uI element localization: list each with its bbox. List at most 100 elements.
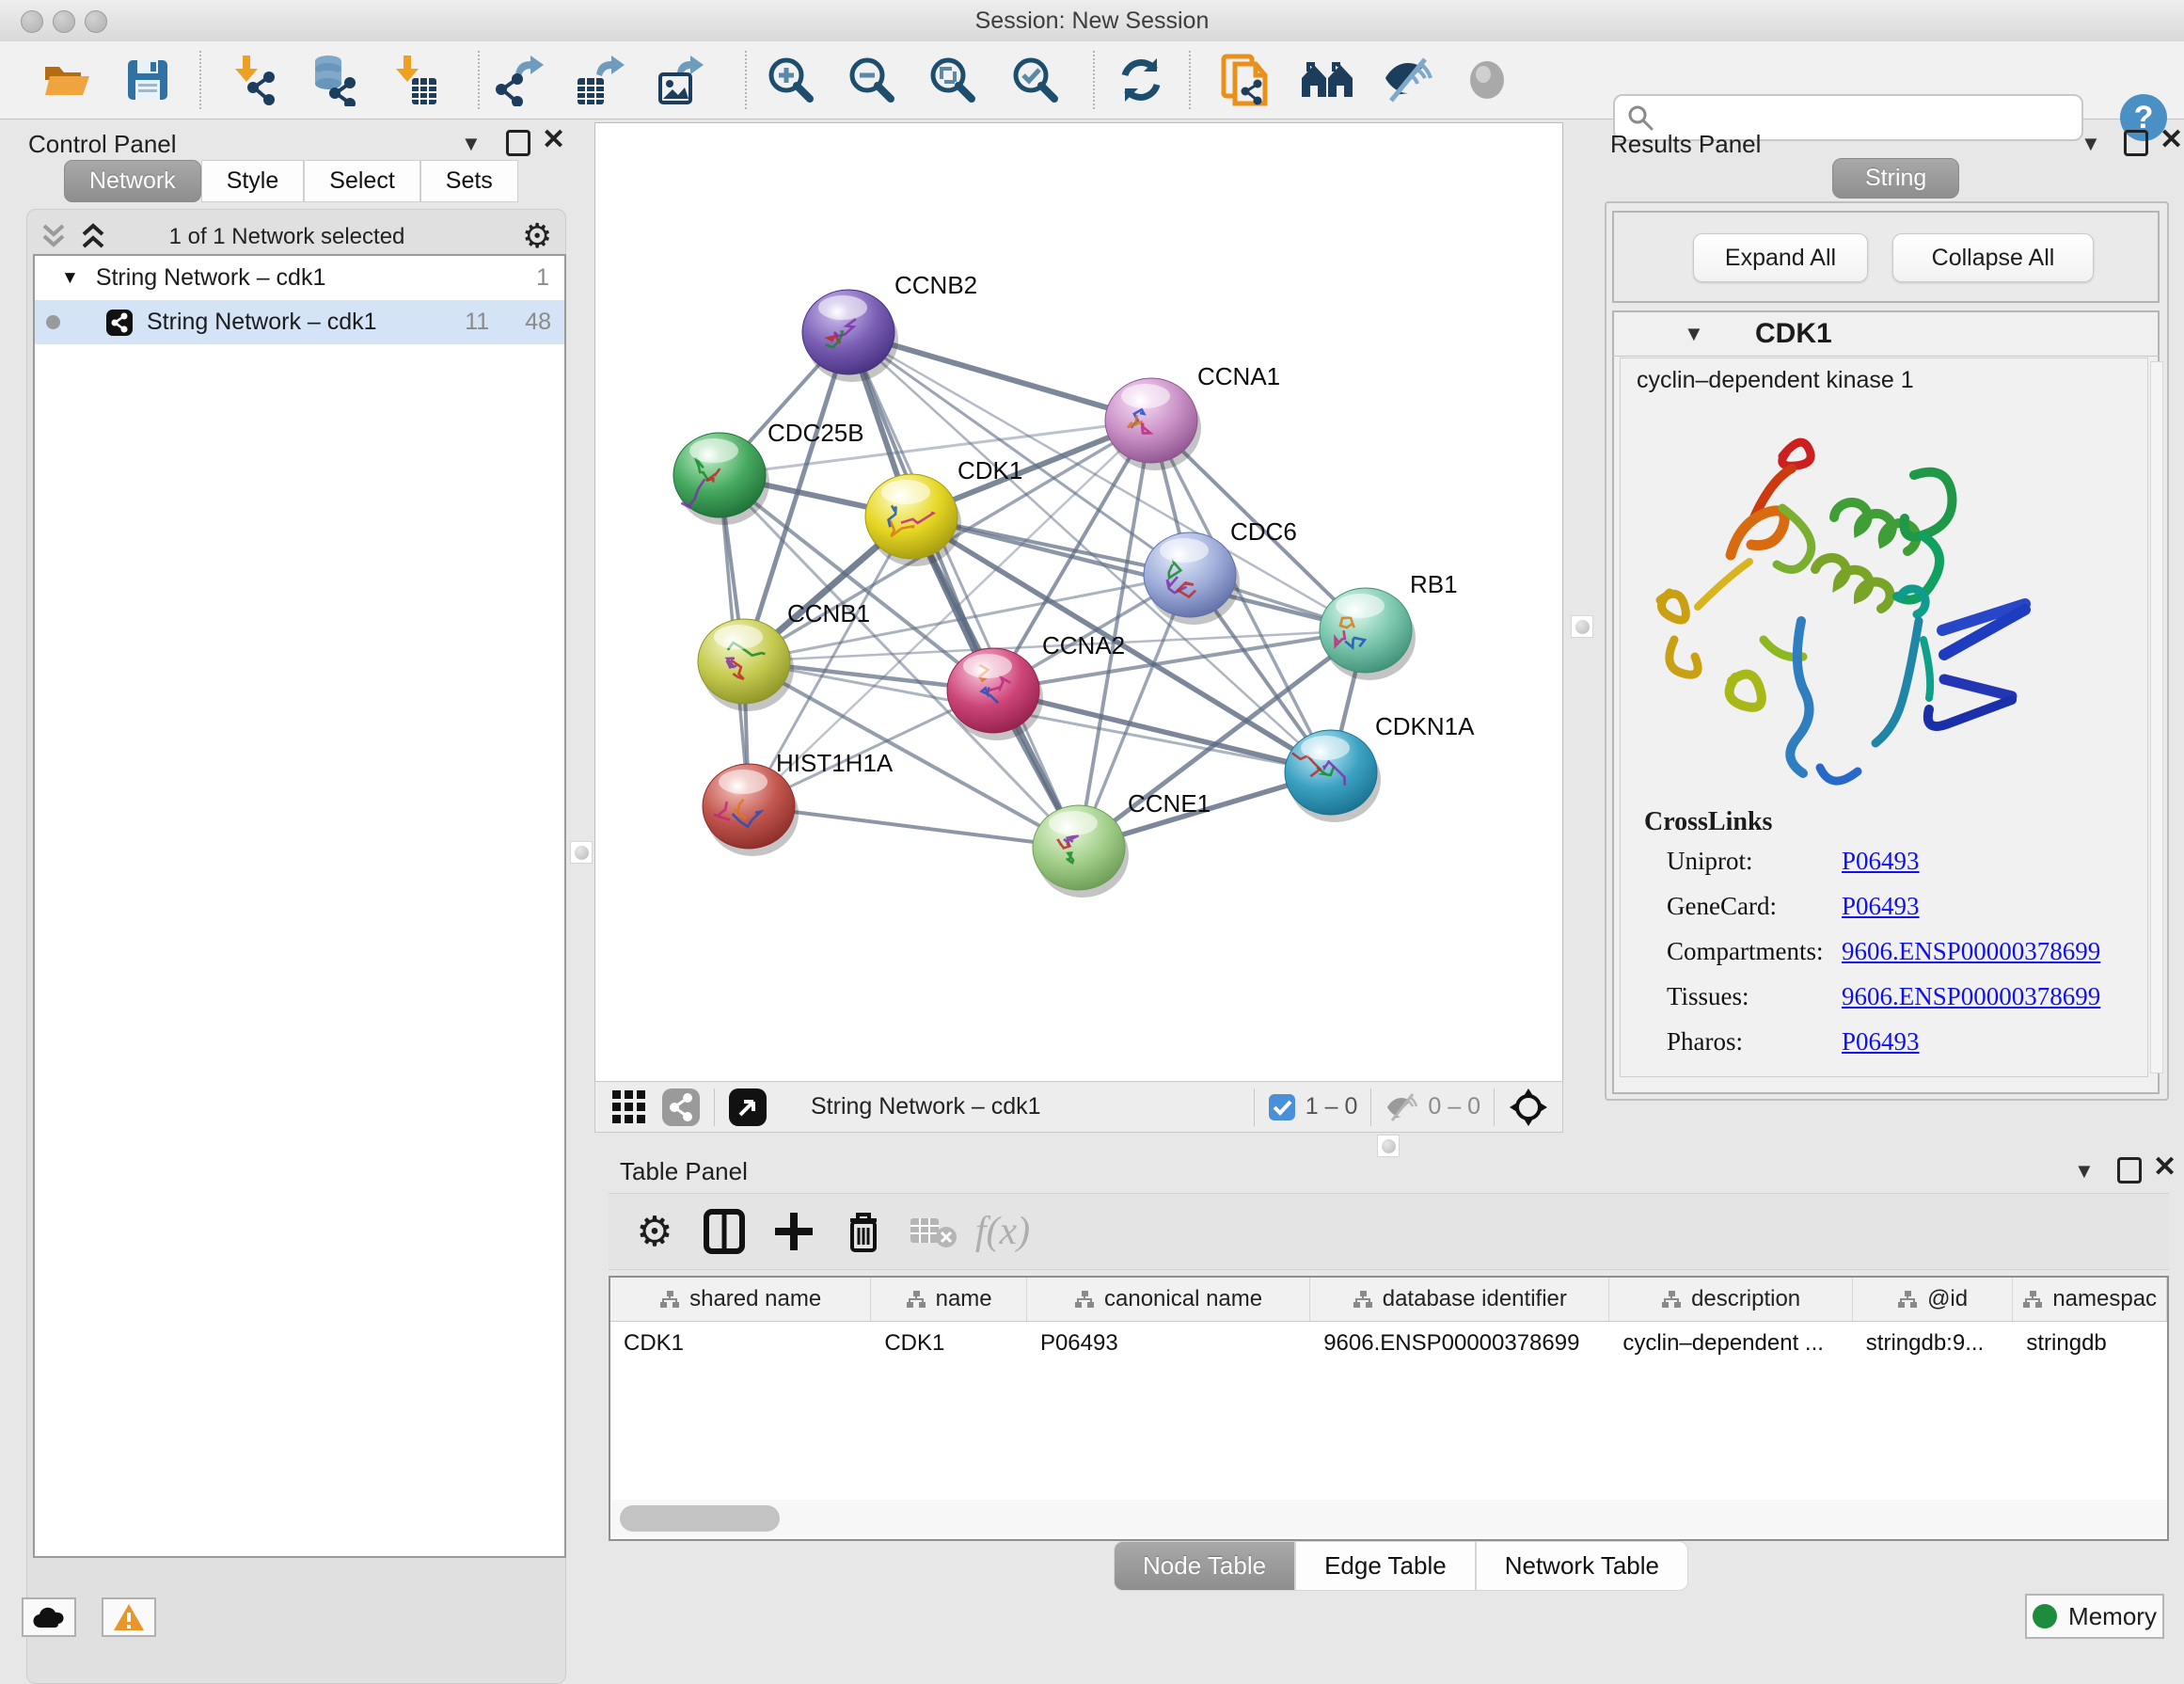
collapse-all-button[interactable]: Collapse All bbox=[1892, 233, 2094, 282]
zoom-fit-button[interactable] bbox=[926, 53, 980, 107]
column-header-shared-name[interactable]: shared name bbox=[610, 1278, 871, 1321]
selected-checkbox-icon[interactable] bbox=[1268, 1093, 1296, 1121]
crosslink-link[interactable]: P06493 bbox=[1842, 1027, 1920, 1056]
cloud-status-button[interactable] bbox=[22, 1597, 76, 1637]
crosslink-label: GeneCard: bbox=[1667, 892, 1842, 921]
export-table-button[interactable] bbox=[572, 53, 626, 107]
hide-selected-button[interactable] bbox=[1381, 53, 1435, 107]
network-node-count: 11 bbox=[465, 309, 489, 336]
export-view-icon[interactable] bbox=[728, 1088, 768, 1127]
tab-select[interactable]: Select bbox=[304, 160, 419, 202]
crosslink-link[interactable]: P06493 bbox=[1842, 847, 1920, 876]
function-builder-icon[interactable]: f(x) bbox=[968, 1203, 1037, 1260]
results-panel-collapse-icon[interactable]: ▼ bbox=[2081, 132, 2101, 156]
results-panel-float-icon[interactable] bbox=[2124, 130, 2148, 156]
zoom-out-button[interactable] bbox=[845, 53, 899, 107]
gene-section-expander-icon[interactable]: ▼ bbox=[1684, 322, 1704, 346]
table-settings-gear-icon[interactable]: ⚙ bbox=[620, 1203, 689, 1260]
edge-CDK1-RB1[interactable] bbox=[911, 516, 1366, 630]
show-columns-icon[interactable] bbox=[689, 1203, 759, 1260]
table-cell[interactable]: stringdb:9... bbox=[1853, 1322, 2014, 1365]
table-cell[interactable]: stringdb bbox=[2013, 1322, 2167, 1365]
export-network-button[interactable] bbox=[493, 53, 547, 107]
column-header-canonical-name[interactable]: canonical name bbox=[1027, 1278, 1310, 1321]
tab-style[interactable]: Style bbox=[201, 160, 305, 202]
tab-sets[interactable]: Sets bbox=[420, 160, 518, 202]
birdseye-grid-icon[interactable] bbox=[610, 1088, 648, 1126]
table-cell[interactable]: 9606.ENSP00000378699 bbox=[1310, 1322, 1609, 1365]
import-table-file-button[interactable] bbox=[388, 53, 442, 107]
show-all-button[interactable] bbox=[1460, 53, 1514, 107]
tab-network-table[interactable]: Network Table bbox=[1476, 1541, 1688, 1591]
column-header-description[interactable]: description bbox=[1609, 1278, 1852, 1321]
open-session-button[interactable] bbox=[40, 53, 94, 107]
left-splitter-handle[interactable] bbox=[570, 841, 593, 864]
control-panel-close-icon[interactable]: ✕ bbox=[542, 130, 565, 151]
table-body: CDK1CDK1P064939606.ENSP00000378699cyclin… bbox=[610, 1322, 2167, 1365]
table-hscrollbar[interactable] bbox=[610, 1500, 2167, 1537]
first-neighbors-button[interactable] bbox=[1300, 53, 1354, 107]
delete-table-icon[interactable] bbox=[898, 1203, 968, 1260]
network-options-gear-icon[interactable]: ⚙ bbox=[522, 216, 552, 256]
toolbar-separator bbox=[1254, 1088, 1255, 1126]
expand-all-button[interactable]: Expand All bbox=[1693, 233, 1868, 282]
tab-string[interactable]: String bbox=[1832, 158, 1959, 199]
right-splitter-handle[interactable] bbox=[1571, 615, 1593, 638]
share-network-icon[interactable] bbox=[661, 1088, 701, 1127]
network-collection-label: String Network – cdk1 bbox=[96, 264, 326, 292]
table-cell[interactable]: cyclin–dependent ... bbox=[1609, 1322, 1852, 1365]
crosslink-link[interactable]: P06493 bbox=[1842, 892, 1920, 921]
node-CDKN1A[interactable]: CDKN1A bbox=[1285, 712, 1475, 822]
table-hscrollbar-thumb[interactable] bbox=[620, 1505, 780, 1532]
node-RB1[interactable]: RB1 bbox=[1320, 570, 1458, 680]
table-panel-collapse-icon[interactable]: ▼ bbox=[2074, 1159, 2095, 1184]
export-image-button[interactable] bbox=[653, 53, 707, 107]
table-row[interactable]: CDK1CDK1P064939606.ENSP00000378699cyclin… bbox=[610, 1322, 2167, 1365]
column-header-namespac[interactable]: namespac bbox=[2013, 1278, 2167, 1321]
node-label-CDC25B: CDC25B bbox=[768, 419, 864, 447]
control-panel-collapse-icon[interactable]: ▼ bbox=[461, 132, 482, 156]
node-CCNB2[interactable]: CCNB2 bbox=[802, 271, 977, 382]
crosslink-label: Pharos: bbox=[1667, 1027, 1842, 1056]
zoom-in-button[interactable] bbox=[764, 53, 818, 107]
save-session-button[interactable] bbox=[120, 53, 175, 107]
results-scrollbar[interactable] bbox=[2150, 361, 2163, 1073]
tab-edge-table[interactable]: Edge Table bbox=[1295, 1541, 1476, 1591]
memory-button[interactable]: Memory bbox=[2025, 1594, 2164, 1639]
column-header-name[interactable]: name bbox=[871, 1278, 1027, 1321]
node-CCNA1[interactable]: CCNA1 bbox=[1105, 362, 1280, 470]
gene-section-header[interactable]: ▼ CDK1 bbox=[1612, 312, 2160, 357]
tab-node-table[interactable]: Node Table bbox=[1114, 1541, 1295, 1591]
table-panel-float-icon[interactable] bbox=[2117, 1157, 2142, 1184]
clone-network-button[interactable] bbox=[1217, 53, 1272, 107]
toolbar-separator bbox=[1093, 51, 1095, 109]
zoom-selected-button[interactable] bbox=[1008, 53, 1063, 107]
network-row[interactable]: String Network – cdk1 11 48 bbox=[35, 300, 564, 344]
column-header-database-identifier[interactable]: database identifier bbox=[1310, 1278, 1609, 1321]
column-header--id[interactable]: @id bbox=[1853, 1278, 2014, 1321]
table-panel-close-icon[interactable]: ✕ bbox=[2153, 1157, 2176, 1178]
crosslink-link[interactable]: 9606.ENSP00000378699 bbox=[1842, 982, 2100, 1011]
warning-status-button[interactable] bbox=[102, 1597, 156, 1637]
crosslink-link[interactable]: 9606.ENSP00000378699 bbox=[1842, 937, 2100, 966]
delete-column-trash-icon[interactable] bbox=[829, 1203, 898, 1260]
results-panel-close-icon[interactable]: ✕ bbox=[2160, 130, 2183, 151]
table-cell[interactable]: CDK1 bbox=[610, 1322, 871, 1365]
hidden-eye-slash-icon[interactable] bbox=[1385, 1092, 1418, 1122]
tree-expander-icon[interactable]: ▼ bbox=[61, 268, 79, 289]
table-cell[interactable]: CDK1 bbox=[871, 1322, 1027, 1365]
fit-content-crosshair-icon[interactable] bbox=[1508, 1087, 1549, 1128]
import-network-file-button[interactable] bbox=[226, 53, 280, 107]
table-cell[interactable]: P06493 bbox=[1027, 1322, 1310, 1365]
column-label: database identifier bbox=[1383, 1286, 1567, 1312]
import-network-database-button[interactable] bbox=[305, 53, 359, 107]
bottom-splitter-handle[interactable] bbox=[1377, 1135, 1400, 1157]
tab-network[interactable]: Network bbox=[64, 160, 201, 202]
control-panel-float-icon[interactable] bbox=[506, 130, 530, 156]
network-collection-row[interactable]: ▼ String Network – cdk1 1 bbox=[35, 256, 564, 300]
create-column-icon[interactable] bbox=[759, 1203, 829, 1260]
node-HIST1H1A[interactable]: HIST1H1A bbox=[703, 749, 894, 856]
refresh-view-button[interactable] bbox=[1114, 53, 1168, 107]
network-canvas[interactable]: CCNB2CCNA1CDC25BCDK1CDC6RB1CCNB1CCNA2CDK… bbox=[594, 122, 1563, 1082]
node-CDC25B[interactable]: CDC25B bbox=[673, 419, 864, 525]
